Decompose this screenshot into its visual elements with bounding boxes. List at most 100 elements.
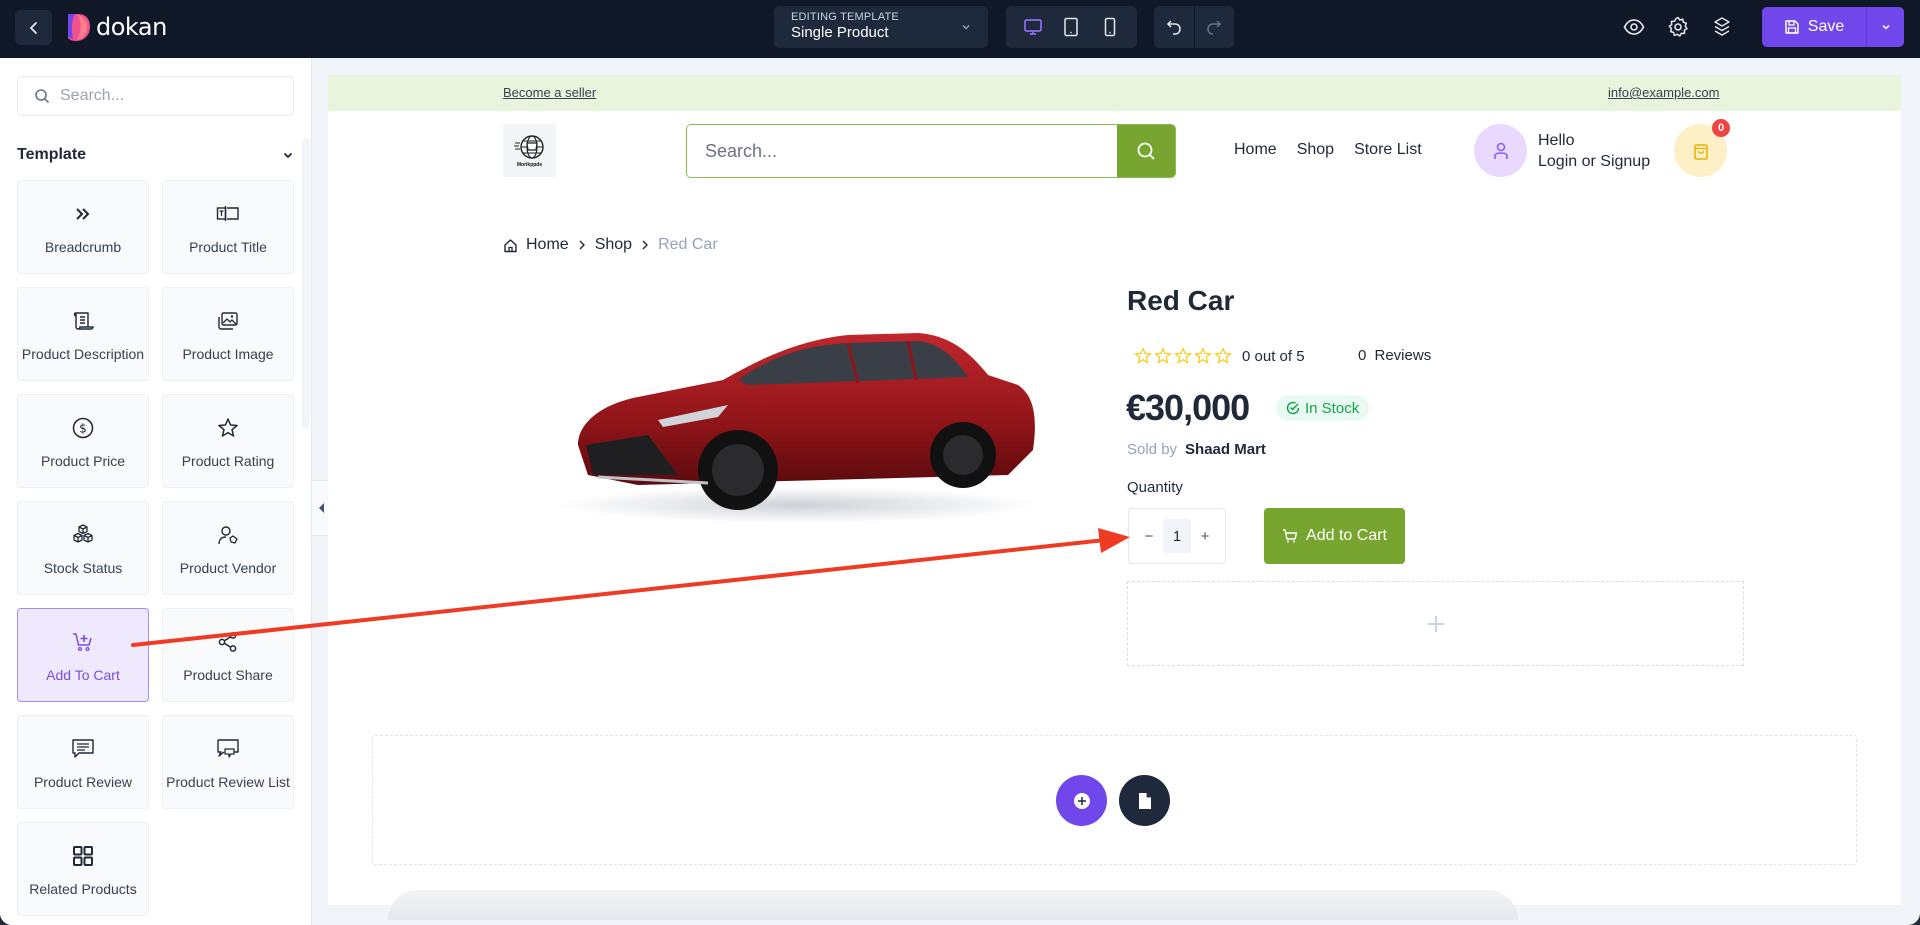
- desktop-view-button[interactable]: [1019, 13, 1047, 41]
- store-search-input[interactable]: [687, 125, 1117, 177]
- store-search-button[interactable]: [1117, 125, 1175, 177]
- breadcrumb-shop[interactable]: Shop: [595, 236, 632, 254]
- template-section-toggle[interactable]: Template: [17, 141, 294, 169]
- template-selector-value: Single Product: [791, 24, 889, 41]
- quantity-decrease-button[interactable]: −: [1139, 528, 1159, 545]
- account-link[interactable]: Hello Login or Signup: [1538, 130, 1650, 172]
- car-shadow: [558, 487, 1038, 523]
- quantity-label: Quantity: [1127, 479, 1183, 496]
- messages-icon: [217, 739, 239, 758]
- breadcrumb: Home Shop Red Car: [503, 236, 718, 254]
- quantity-input[interactable]: [1163, 519, 1191, 553]
- message-icon: [72, 739, 94, 758]
- user-tag-icon: [218, 526, 238, 545]
- home-icon: [504, 238, 517, 252]
- widget-product-vendor[interactable]: Product Vendor: [162, 501, 294, 595]
- builder-app: dokan EDITING TEMPLATE Single Product Sa…: [0, 0, 1920, 925]
- save-options-button[interactable]: [1866, 7, 1904, 47]
- add-to-cart-button[interactable]: Add to Cart: [1264, 508, 1405, 564]
- widget-label: Product Vendor: [179, 560, 277, 576]
- widget-product-price[interactable]: $ Product Price: [17, 394, 149, 488]
- section-title: Template: [17, 146, 87, 163]
- sold-by-label: Sold by: [1127, 441, 1178, 458]
- chevron-right-icon: [642, 240, 649, 250]
- boxes-icon: [73, 524, 93, 543]
- globe-cart-icon: [513, 134, 544, 159]
- add-section-button[interactable]: [1056, 775, 1107, 826]
- widget-add-to-cart[interactable]: Add To Cart: [17, 608, 149, 702]
- widget-product-share[interactable]: Product Share: [162, 608, 294, 702]
- next-section-preview: [388, 890, 1518, 920]
- widget-label: Product Review List: [166, 774, 290, 790]
- login-signup: Login or Signup: [1538, 153, 1651, 170]
- vendor-name[interactable]: Shaad Mart: [1185, 441, 1266, 458]
- product-title: Red Car: [1127, 285, 1235, 316]
- tablet-icon: [1064, 17, 1079, 37]
- chevron-left-icon: [29, 21, 37, 34]
- star-icon: [218, 418, 238, 437]
- undo-icon: [1166, 20, 1181, 35]
- template-selector[interactable]: EDITING TEMPLATE Single Product: [774, 6, 988, 48]
- star-outline-icon: [1214, 347, 1232, 364]
- product-price: €30,000: [1126, 387, 1250, 428]
- save-label: Save: [1807, 18, 1845, 35]
- gear-icon: [1668, 16, 1688, 37]
- widget-product-review-list[interactable]: Product Review List: [162, 715, 294, 809]
- nav-store-list[interactable]: Store List: [1354, 141, 1422, 159]
- star-outline-icon: [1174, 347, 1192, 364]
- store-nav: Home Shop Store List: [1234, 141, 1422, 159]
- desktop-icon: [1024, 19, 1043, 35]
- double-chevron-right-icon: [76, 208, 90, 220]
- mobile-icon: [1104, 17, 1116, 37]
- add-widget-drop-zone[interactable]: [1127, 581, 1744, 666]
- nav-shop[interactable]: Shop: [1297, 141, 1334, 159]
- undo-button[interactable]: [1154, 6, 1194, 48]
- widget-label: Related Products: [29, 881, 137, 897]
- widget-product-review[interactable]: Product Review: [17, 715, 149, 809]
- history-controls: [1154, 6, 1234, 48]
- cart-plus-icon: [73, 633, 92, 652]
- widget-stock-status[interactable]: Stock Status: [17, 501, 149, 595]
- top-actions: [1622, 14, 1734, 40]
- settings-button[interactable]: [1666, 14, 1690, 40]
- redo-button[interactable]: [1193, 6, 1235, 48]
- widget-product-description[interactable]: Product Description: [17, 287, 149, 381]
- widget-search-input[interactable]: [60, 87, 270, 105]
- widget-product-image[interactable]: Product Image: [162, 287, 294, 381]
- widget-breadcrumb[interactable]: Breadcrumb: [17, 180, 149, 274]
- preview-button[interactable]: [1622, 14, 1646, 40]
- user-account-button[interactable]: [1474, 124, 1527, 177]
- widget-product-title[interactable]: Product Title: [162, 180, 294, 274]
- widget-related-products[interactable]: Related Products: [17, 822, 149, 916]
- user-icon: [1493, 142, 1508, 159]
- contact-email-link[interactable]: info@example.com: [1608, 85, 1719, 100]
- product-rating: 0 out of 5: [1134, 347, 1305, 365]
- layers-icon: [1714, 17, 1730, 36]
- widget-label: Add To Cart: [46, 667, 120, 683]
- save-button[interactable]: Save: [1762, 7, 1866, 47]
- chevron-down-icon: [1881, 24, 1890, 30]
- dokan-logo: dokan: [66, 11, 167, 43]
- top-bar: dokan EDITING TEMPLATE Single Product Sa…: [0, 0, 1920, 58]
- back-button[interactable]: [15, 10, 52, 45]
- store-top-strip: Become a seller info@example.com: [328, 75, 1901, 111]
- add-template-button[interactable]: [1119, 775, 1170, 826]
- become-seller-link[interactable]: Become a seller: [503, 85, 596, 100]
- breadcrumb-current: Red Car: [658, 236, 718, 253]
- quantity-increase-button[interactable]: +: [1195, 528, 1215, 545]
- widget-label: Breadcrumb: [44, 239, 122, 255]
- breadcrumb-home[interactable]: Home: [526, 236, 569, 254]
- mobile-view-button[interactable]: [1096, 13, 1124, 41]
- nav-home[interactable]: Home: [1234, 141, 1277, 159]
- widget-label: Product Title: [189, 239, 267, 255]
- widget-product-rating[interactable]: Product Rating: [162, 394, 294, 488]
- svg-text:$: $: [79, 422, 87, 436]
- tablet-view-button[interactable]: [1057, 13, 1085, 41]
- chevron-down-icon: [283, 152, 293, 159]
- sidebar-scrollbar[interactable]: [302, 138, 310, 428]
- store-logo[interactable]: Morikppde: [503, 124, 556, 177]
- shopping-bag-icon: [1693, 143, 1708, 160]
- sold-by: Sold by Shaad Mart: [1127, 441, 1266, 458]
- layers-button[interactable]: [1710, 14, 1734, 40]
- store-logo-text: Morikppde: [516, 161, 543, 168]
